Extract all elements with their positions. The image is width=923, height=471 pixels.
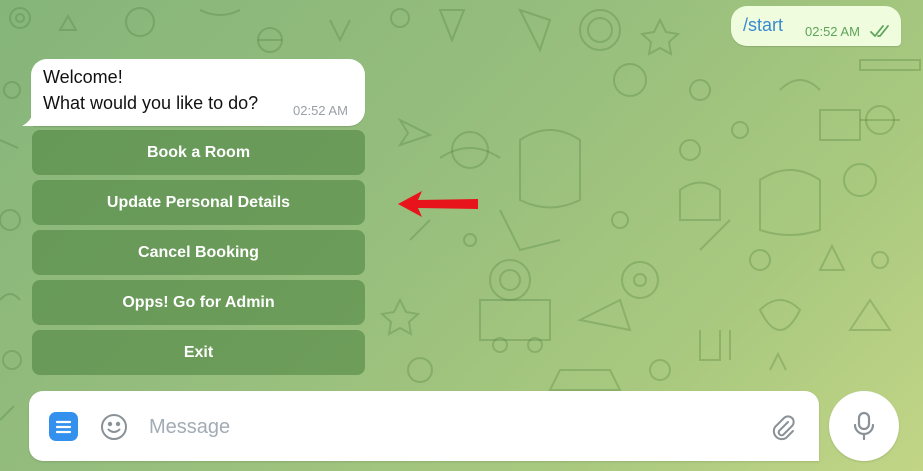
incoming-message-bubble[interactable]: Welcome! What would you like to do? 02:5… — [22, 59, 365, 126]
outgoing-message-text: /start — [743, 15, 784, 35]
go-for-admin-button[interactable]: Opps! Go for Admin — [32, 280, 365, 325]
message-input[interactable] — [147, 411, 751, 443]
message-composer — [29, 391, 819, 461]
double-check-icon — [870, 24, 892, 43]
incoming-message-time: 02:52 AM — [293, 103, 348, 118]
incoming-message-line1: Welcome! — [43, 67, 123, 87]
emoji-icon[interactable] — [99, 412, 129, 447]
mic-button[interactable] — [829, 391, 899, 461]
incoming-message-line2: What would you like to do? — [43, 93, 259, 113]
outgoing-message-bubble[interactable]: /start 02:52 AM — [731, 6, 901, 46]
exit-button[interactable]: Exit — [32, 330, 365, 375]
book-room-button[interactable]: Book a Room — [32, 130, 365, 175]
attach-icon[interactable] — [769, 413, 797, 446]
menu-icon[interactable] — [49, 412, 78, 441]
outgoing-message-time: 02:52 AM — [805, 24, 860, 39]
bubble-tail — [22, 112, 34, 126]
cancel-booking-button[interactable]: Cancel Booking — [32, 230, 365, 275]
red-arrow-icon — [398, 191, 478, 217]
mic-icon — [853, 411, 875, 441]
update-personal-details-button[interactable]: Update Personal Details — [32, 180, 365, 225]
chat-background: /start 02:52 AM Welcome! What would you … — [0, 0, 923, 471]
